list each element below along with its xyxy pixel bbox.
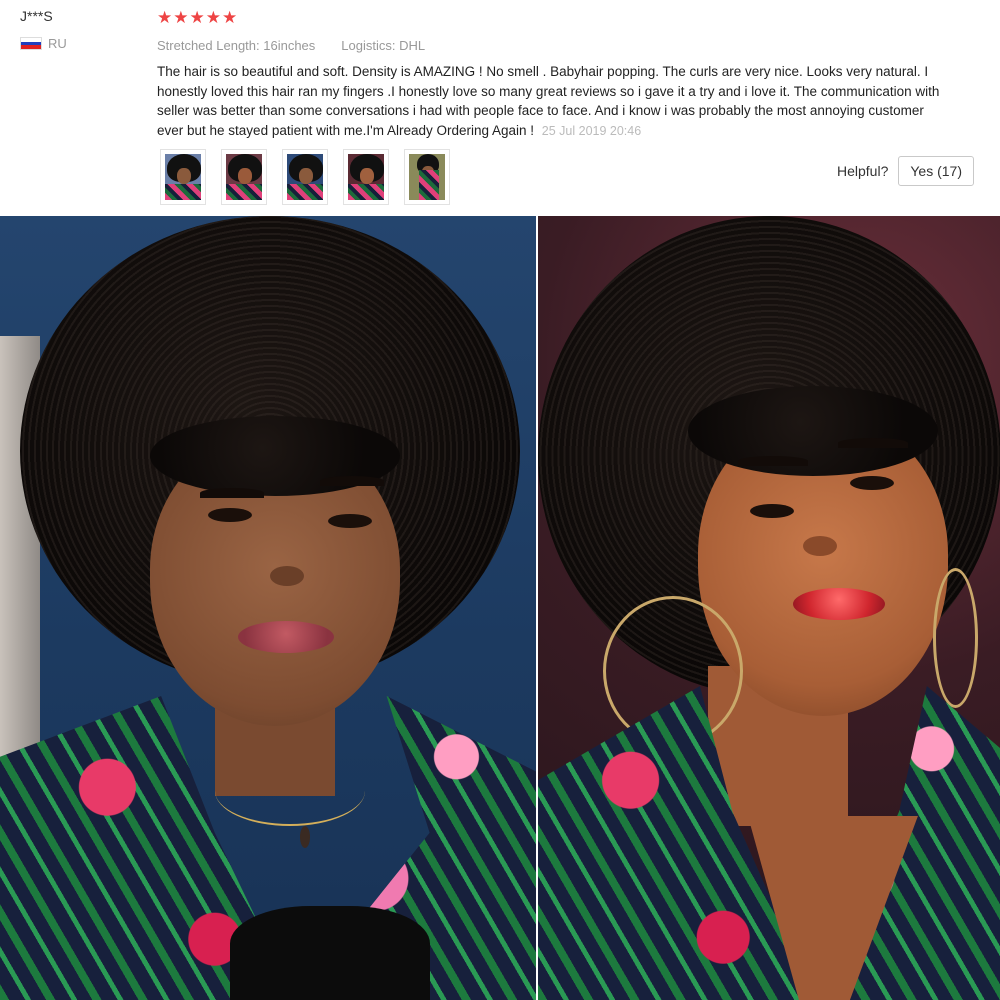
russia-flag-icon	[20, 37, 42, 50]
photo-divider	[535, 216, 537, 1000]
review-photos-enlarged	[0, 216, 1000, 1000]
helpful-section: Helpful? Yes (17)	[837, 156, 974, 186]
star-icon: ★	[157, 7, 173, 27]
review-photo-thumbnail[interactable]	[282, 149, 328, 205]
reviewer-info: J***S RU	[20, 6, 140, 51]
star-icon: ★	[205, 7, 221, 27]
review-photo-thumbnail[interactable]	[404, 149, 450, 205]
review-attributes: Stretched Length: 16inches Logistics: DH…	[157, 38, 977, 53]
star-icon: ★	[173, 7, 189, 27]
reviewer-country: RU	[20, 36, 140, 51]
review-text-block: The hair is so beautiful and soft. Densi…	[157, 62, 947, 141]
review-photo-thumbnail[interactable]	[343, 149, 389, 205]
customer-photo-left[interactable]	[0, 216, 536, 1000]
country-code: RU	[48, 36, 67, 51]
customer-photo-right[interactable]	[537, 216, 1000, 1000]
helpful-yes-button[interactable]: Yes (17)	[898, 156, 974, 186]
logistics-attribute: Logistics: DHL	[341, 38, 426, 53]
star-icon: ★	[189, 7, 205, 27]
stretched-length-attribute: Stretched Length: 16inches	[157, 38, 316, 53]
review-date: 25 Jul 2019 20:46	[541, 123, 642, 138]
helpful-label: Helpful?	[837, 163, 889, 179]
review-body: ★ ★ ★ ★ ★ Stretched Length: 16inches Log…	[157, 6, 977, 141]
reviewer-name: J***S	[20, 8, 53, 24]
star-rating: ★ ★ ★ ★ ★	[157, 6, 977, 28]
review-card: J***S RU ★ ★ ★ ★ ★ Stretched Length: 16i…	[0, 0, 1000, 216]
star-icon: ★	[222, 7, 238, 27]
review-photo-thumbnail[interactable]	[221, 149, 267, 205]
review-photo-thumbnails	[160, 149, 450, 205]
review-photo-thumbnail[interactable]	[160, 149, 206, 205]
